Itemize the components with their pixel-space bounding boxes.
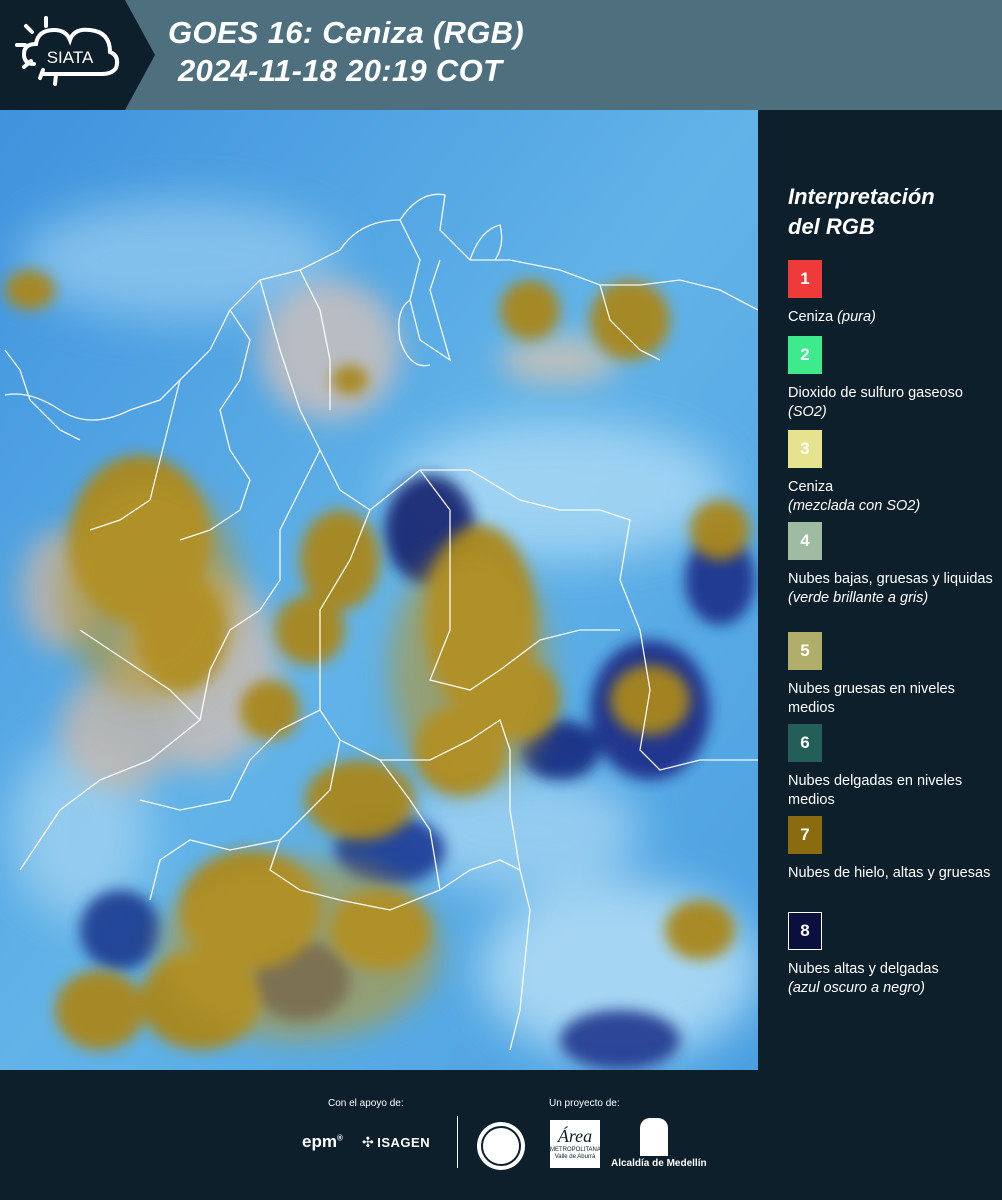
- legend-item-7: 7 Nubes de hielo, altas y gruesas: [788, 816, 993, 883]
- legend-title-line-1: Interpretación: [788, 184, 935, 209]
- legend-label-text: Dioxido de sulfuro gaseoso: [788, 385, 963, 401]
- legend-swatch: 3: [788, 430, 822, 468]
- legend-title: Interpretación del RGB: [788, 182, 988, 242]
- footer-divider: [457, 1116, 458, 1168]
- page-title: GOES 16: Ceniza (RGB) 2024-11-18 20:19 C…: [168, 14, 524, 90]
- legend-swatch: 6: [788, 724, 822, 762]
- legend-title-line-2: del RGB: [788, 214, 875, 239]
- legend-label-text: Ceniza: [788, 309, 834, 325]
- legend-note: (verde brillante a gris): [788, 590, 929, 606]
- area-logo-sub2: Valle de Aburrá: [554, 1154, 596, 1160]
- legend-inline-note: (SO2): [788, 404, 827, 420]
- seal-inner: [481, 1126, 521, 1166]
- legend-item-3: 3 Ceniza (mezclada con SO2): [788, 430, 993, 516]
- satellite-image: [0, 110, 758, 1070]
- legend-item-2: 2 Dioxido de sulfuro gaseoso (SO2): [788, 336, 993, 422]
- area-logo-text: Área: [557, 1126, 593, 1146]
- legend-label: Nubes altas y delgadas: [788, 961, 939, 977]
- legend-item-6: 6 Nubes delgadas en niveles medios: [788, 724, 993, 810]
- legend-swatch: 5: [788, 632, 822, 670]
- legend-label: Nubes gruesas en niveles medios: [788, 681, 955, 716]
- legend-swatch: 8: [788, 912, 822, 950]
- title-line-1: GOES 16: Ceniza (RGB): [168, 15, 524, 50]
- legend-swatch: 7: [788, 816, 822, 854]
- logo-block: SIATA: [0, 0, 125, 110]
- isagen-icon: ✣: [362, 1134, 375, 1150]
- footer: Con el apoyo de: Un proyecto de: epm® ✣ I…: [0, 1070, 1002, 1200]
- legend-item-5: 5 Nubes gruesas en niveles medios: [788, 632, 993, 718]
- gobernacion-seal-icon: [477, 1122, 525, 1170]
- logo-chevron: [125, 0, 155, 110]
- siata-logo-icon: SIATA: [15, 16, 120, 86]
- logo-text: SIATA: [47, 48, 94, 67]
- legend-swatch: 1: [788, 260, 822, 298]
- legend-label: Nubes de hielo, altas y gruesas: [788, 865, 991, 881]
- legend-label: Nubes delgadas en niveles medios: [788, 773, 963, 808]
- title-line-2: 2024-11-18 20:19 COT: [178, 53, 503, 88]
- legend-item-4: 4 Nubes bajas, gruesas y liquidas (verde…: [788, 522, 993, 608]
- area-logo-sub: METROPOLITANA: [550, 1147, 601, 1153]
- epm-logo: epm®: [302, 1132, 343, 1151]
- legend-item-8: 8 Nubes altas y delgadas (azul oscuro a …: [788, 912, 993, 998]
- alcaldia-name: Alcaldía de Medellín: [611, 1158, 707, 1169]
- alcaldia-shield-icon: [640, 1118, 668, 1156]
- header: SIATA GOES 16: Ceniza (RGB) 2024-11-18 2…: [0, 0, 1002, 110]
- satellite-map[interactable]: [0, 110, 758, 1070]
- legend-item-1: 1 Ceniza (pura): [788, 260, 993, 327]
- isagen-logo: ✣ ISAGEN: [362, 1134, 430, 1151]
- legend-label: Nubes bajas, gruesas y liquidas: [788, 571, 993, 587]
- support-label: Con el apoyo de:: [328, 1098, 404, 1109]
- epm-text: epm: [302, 1132, 337, 1151]
- area-metropolitana-logo: Área METROPOLITANA Valle de Aburrá: [550, 1120, 601, 1168]
- legend-panel: Interpretación del RGB 1 Ceniza (pura) 2…: [758, 110, 1002, 1070]
- legend-inline-note: (pura): [837, 309, 876, 325]
- legend-note: (azul oscuro a negro): [788, 980, 926, 996]
- isagen-text: ISAGEN: [377, 1135, 431, 1150]
- legend-label: Ceniza: [788, 479, 834, 495]
- legend-swatch: 4: [788, 522, 822, 560]
- legend-note: (mezclada con SO2): [788, 498, 921, 514]
- project-label: Un proyecto de:: [549, 1098, 620, 1109]
- legend-label: Dioxido de sulfuro gaseoso (SO2): [788, 384, 993, 422]
- legend-swatch: 2: [788, 336, 822, 374]
- legend-label: Ceniza (pura): [788, 308, 993, 327]
